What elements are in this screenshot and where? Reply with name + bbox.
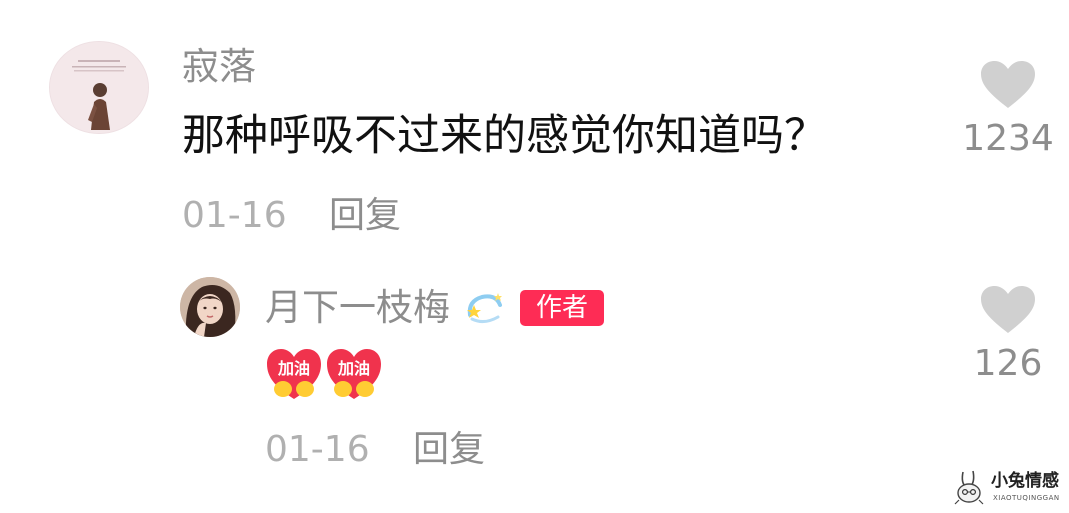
comment-section: 寂落 那种呼吸不过来的感觉你知道吗？ 01-16 回复 1234 月下一枝梅 作… — [0, 0, 1069, 513]
reply-emoji-row: 加油 加油 — [265, 347, 395, 403]
sparkle-emoji-icon — [462, 289, 508, 329]
comment-date: 01-16 — [182, 195, 287, 236]
like-count: 1234 — [962, 118, 1054, 159]
jiayou-emoji-icon: 加油 — [325, 347, 383, 403]
reply-avatar-image — [180, 277, 240, 337]
jiayou-emoji-text: 加油 — [337, 359, 370, 378]
author-badge: 作者 — [520, 290, 604, 326]
reply-date: 01-16 — [265, 429, 370, 470]
jiayou-emoji-text: 加油 — [277, 359, 310, 378]
rabbit-logo-icon — [954, 470, 984, 505]
comment-text: 那种呼吸不过来的感觉你知道吗？ — [182, 111, 827, 161]
reply-username[interactable]: 月下一枝梅 — [265, 284, 450, 332]
reply-like-heart-icon[interactable] — [980, 285, 1036, 335]
watermark: 小兔情感 XIAOTUQINGGAN — [953, 468, 1065, 508]
comment-username[interactable]: 寂落 — [182, 43, 256, 91]
avatar-image — [50, 42, 148, 133]
avatar[interactable] — [49, 41, 149, 134]
reply-button[interactable]: 回复 — [329, 193, 401, 239]
like-heart-icon[interactable] — [980, 60, 1036, 110]
reply-avatar[interactable] — [180, 277, 240, 337]
reply-like-count: 126 — [973, 343, 1043, 384]
jiayou-emoji-icon: 加油 — [265, 347, 323, 403]
watermark-title: 小兔情感 — [991, 471, 1059, 491]
reply-reply-button[interactable]: 回复 — [413, 427, 485, 473]
watermark-subtitle: XIAOTUQINGGAN — [993, 494, 1060, 502]
